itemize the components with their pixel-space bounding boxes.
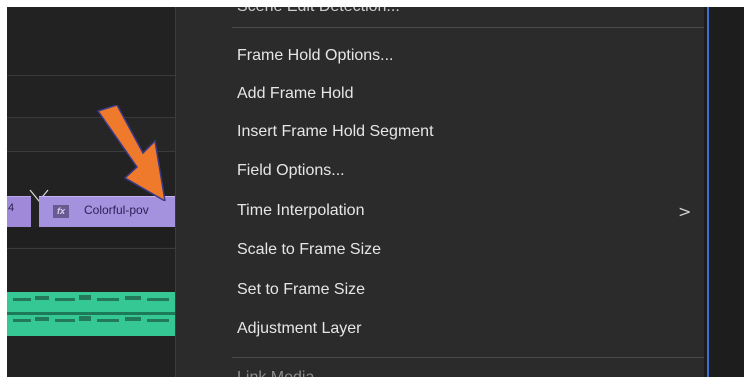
menu-item-field-options[interactable]: Field Options... bbox=[176, 154, 704, 192]
menu-item-set-to-frame-size[interactable]: Set to Frame Size bbox=[176, 273, 704, 311]
track-divider bbox=[7, 248, 177, 249]
screenshot-frame: 4 fx Colorful-pov Frame Hold Options... … bbox=[7, 7, 744, 377]
menu-item-label: Time Interpolation bbox=[237, 202, 365, 219]
menu-item-label: Field Options... bbox=[237, 162, 345, 179]
menu-separator bbox=[232, 27, 704, 28]
context-menu: Scene Edit Detection... Frame Hold Optio… bbox=[175, 7, 704, 377]
menu-item-insert-frame-hold-segment[interactable]: Insert Frame Hold Segment bbox=[176, 115, 704, 153]
menu-item-scene-edit-detection[interactable]: Scene Edit Detection... bbox=[237, 7, 400, 16]
previous-clip-label: 4 bbox=[8, 202, 15, 214]
video-track-row bbox=[7, 227, 177, 247]
menu-item-label: Frame Hold Options... bbox=[237, 47, 394, 64]
menu-item-label: Add Frame Hold bbox=[237, 85, 354, 102]
previous-clip[interactable]: 4 bbox=[7, 196, 31, 227]
timeline-panel: 4 fx Colorful-pov bbox=[7, 7, 177, 377]
menu-item-time-interpolation[interactable]: Time Interpolation > bbox=[176, 194, 704, 232]
menu-item-scale-to-frame-size[interactable]: Scale to Frame Size bbox=[176, 233, 704, 271]
menu-item-add-frame-hold[interactable]: Add Frame Hold bbox=[176, 77, 704, 115]
menu-item-label: Scale to Frame Size bbox=[237, 241, 382, 258]
menu-separator bbox=[232, 357, 704, 358]
audio-waveform bbox=[7, 295, 177, 322]
track-divider bbox=[7, 75, 177, 76]
fx-badge-icon: fx bbox=[53, 205, 69, 218]
menu-item-adjustment-layer[interactable]: Adjustment Layer bbox=[176, 312, 704, 350]
right-panel-edge bbox=[709, 7, 744, 377]
menu-item-label: Set to Frame Size bbox=[237, 281, 366, 298]
orange-arrow-icon bbox=[96, 105, 166, 201]
menu-item-label: Adjustment Layer bbox=[237, 320, 362, 337]
menu-item-link-media[interactable]: Link Media bbox=[237, 369, 314, 377]
menu-item-frame-hold-options[interactable]: Frame Hold Options... bbox=[176, 39, 704, 77]
chevron-right-icon: > bbox=[678, 202, 692, 221]
menu-item-label: Insert Frame Hold Segment bbox=[237, 123, 434, 140]
audio-clip[interactable] bbox=[7, 292, 177, 336]
clip-name: Colorful-pov bbox=[84, 203, 149, 217]
